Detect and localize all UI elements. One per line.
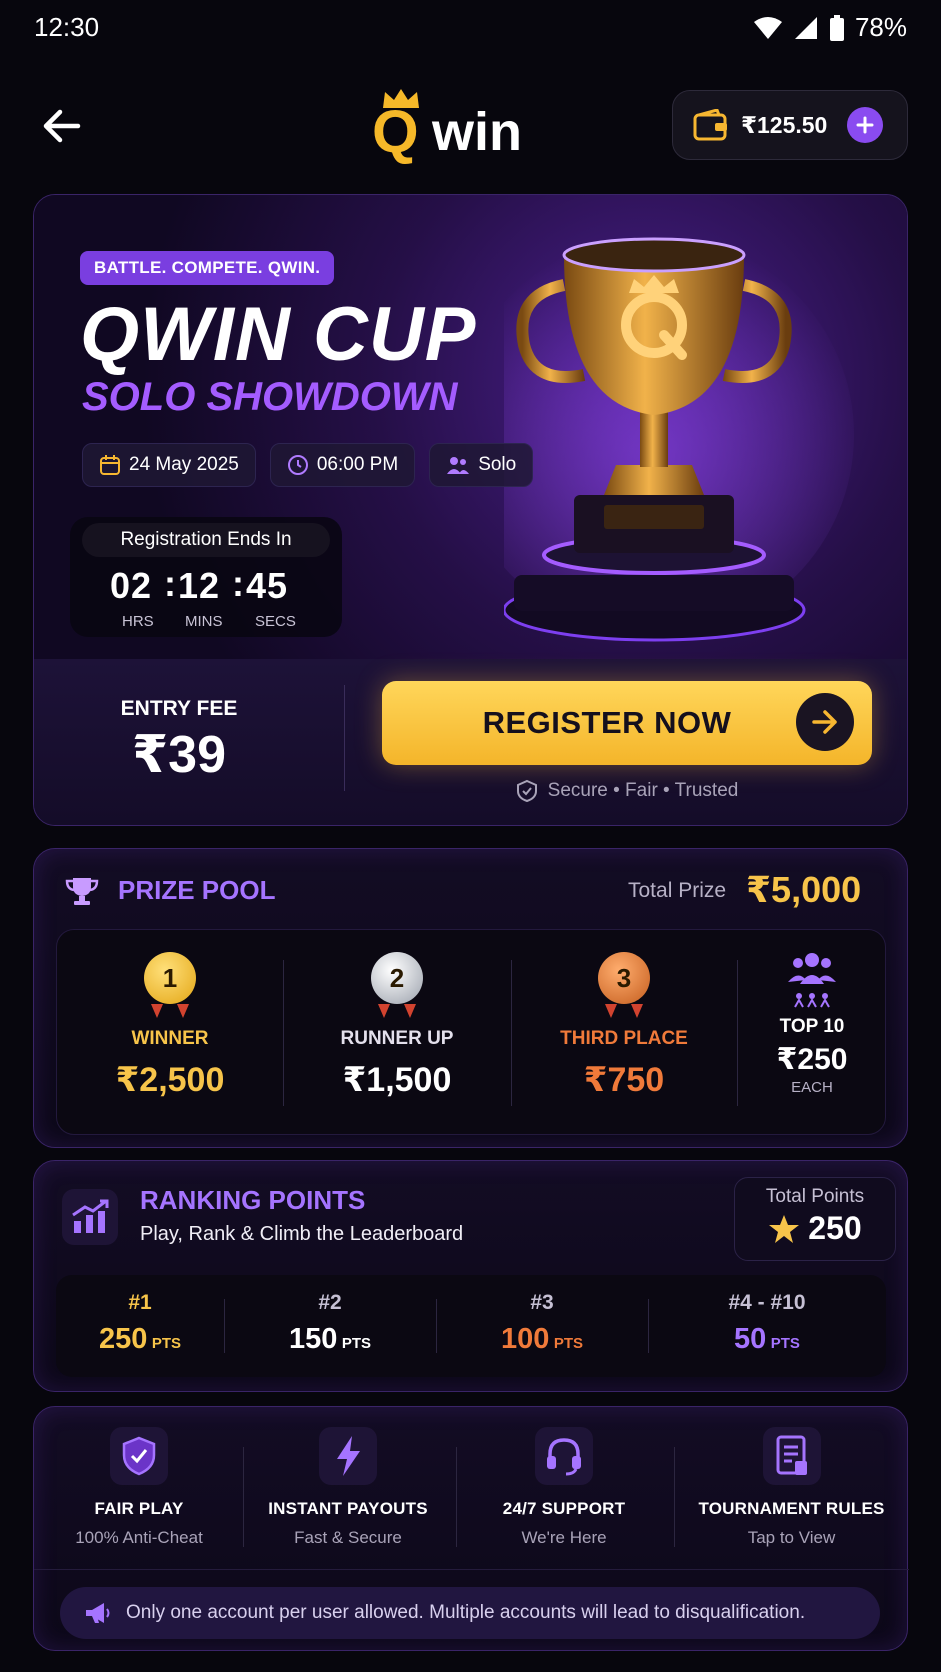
register-now-button[interactable]: REGISTER NOW — [382, 681, 872, 765]
countdown-sep-2: : — [232, 563, 245, 604]
ranking-subtitle: Play, Rank & Climb the Leaderboard — [140, 1223, 464, 1245]
arrow-right-icon — [812, 710, 837, 734]
document-icon — [776, 1435, 807, 1475]
plus-icon — [856, 116, 874, 134]
total-points-box: Total Points 250 — [734, 1177, 896, 1261]
star-icon — [769, 1214, 800, 1243]
trophy-illustration — [504, 235, 854, 642]
total-prize-value: ₹5,000 — [746, 869, 862, 910]
feature-support: 24/7 SUPPORT We're Here — [458, 1427, 670, 1548]
headset-icon — [547, 1438, 581, 1476]
logo-q-mark: Q — [372, 88, 430, 162]
prize-pool-title: PRIZE POOL — [118, 875, 276, 905]
prize-pool-card: PRIZE POOL Total Prize ₹5,000 1 WINNER ₹… — [33, 848, 908, 1148]
prize-breakdown: 1 WINNER ₹2,500 2 RUNNER UP ₹1,500 3 THI… — [56, 929, 886, 1135]
trophy-icon — [65, 878, 99, 905]
wifi-icon — [753, 16, 782, 39]
app-logo: Q win — [372, 82, 552, 162]
registration-countdown: Registration Ends In 02 : 12 : 45 HRS MI… — [70, 517, 342, 637]
arrow-left-icon — [43, 109, 81, 143]
status-time: 12:30 — [34, 12, 100, 42]
back-button[interactable] — [38, 102, 86, 150]
countdown-mins: 12 — [178, 565, 221, 606]
prize-third-place: 3 THIRD PLACE ₹750 — [511, 930, 737, 1136]
tier-2: #2 150 PTS — [288, 1291, 372, 1355]
wallet-balance: ₹125.50 — [741, 111, 828, 138]
time-chip: 06:00 PM — [269, 443, 416, 487]
battery-icon — [829, 14, 844, 41]
countdown-label: Registration Ends In — [82, 523, 330, 557]
feature-fair-play: FAIR PLAY 100% Anti-Cheat — [34, 1427, 244, 1548]
clock-icon — [287, 455, 308, 475]
mode-chip: Solo — [429, 443, 534, 487]
status-icons: 78% — [753, 12, 907, 43]
divider — [344, 685, 345, 791]
divider — [34, 1569, 909, 1570]
tier-1: #1 250 PTS — [98, 1291, 182, 1355]
tier-4-10: #4 - #10 50 PTS — [728, 1291, 806, 1355]
disqualification-notice: Only one account per user allowed. Multi… — [60, 1587, 880, 1639]
hero-meta-chips: 24 May 2025 06:00 PM Solo — [82, 443, 534, 487]
silver-medal-icon: 2 — [371, 952, 423, 1004]
total-prize-label: Total Prize — [628, 879, 727, 902]
countdown-mins-label: MINS — [185, 613, 223, 630]
wallet-pill[interactable]: ₹125.50 — [672, 90, 908, 160]
players-icon — [794, 993, 830, 1008]
gold-medal-icon: 1 — [144, 952, 196, 1004]
prize-top-10: TOP 10 ₹250 EACH — [737, 930, 887, 1136]
countdown-hrs-label: HRS — [122, 613, 154, 630]
prize-runner-up: 2 RUNNER UP ₹1,500 — [283, 930, 511, 1136]
countdown-secs: 45 — [246, 565, 289, 606]
signal-icon — [794, 16, 817, 39]
feature-tournament-rules[interactable]: TOURNAMENT RULES Tap to View — [674, 1427, 909, 1548]
date-chip: 24 May 2025 — [82, 443, 256, 487]
hero-title: QWIN CUP — [80, 292, 477, 377]
total-points-value: 250 — [808, 1210, 862, 1246]
group-icon — [788, 953, 836, 984]
users-icon — [447, 457, 470, 474]
ranking-points-card: RANKING POINTS Play, Rank & Climb the Le… — [33, 1160, 908, 1392]
lightning-icon — [337, 1436, 360, 1476]
wallet-icon — [693, 109, 727, 141]
features-card: FAIR PLAY 100% Anti-Cheat INSTANT PAYOUT… — [33, 1406, 909, 1651]
secure-note: Secure • Fair • Trusted — [382, 779, 872, 803]
megaphone-icon — [86, 1603, 110, 1623]
tier-3: #3 100 PTS — [500, 1291, 584, 1355]
status-bar: 12:30 78% — [0, 0, 941, 56]
divider — [456, 1447, 457, 1547]
bronze-medal-icon: 3 — [598, 952, 650, 1004]
hero-tagline: BATTLE. COMPETE. QWIN. — [80, 251, 335, 285]
shield-check-icon — [516, 779, 537, 803]
tournament-hero-card: BATTLE. COMPETE. QWIN. QWIN CUP SOLO SHO… — [33, 194, 908, 826]
ribbon-icon — [151, 1004, 189, 1018]
logo-text: win — [432, 102, 522, 162]
chart-up-icon — [62, 1189, 118, 1245]
prize-winner: 1 WINNER ₹2,500 — [57, 930, 283, 1136]
add-money-button[interactable] — [847, 107, 884, 143]
ranking-tiers: #1 250 PTS #2 150 PTS #3 100 PTS #4 - #1… — [56, 1275, 886, 1377]
entry-fee-value: ₹39 — [131, 726, 227, 784]
calendar-icon — [100, 455, 120, 475]
entry-fee-label: ENTRY FEE — [120, 697, 238, 720]
register-arrow — [796, 693, 854, 751]
ribbon-icon — [605, 1004, 643, 1018]
shield-check-icon — [122, 1436, 156, 1476]
feature-instant-payouts: INSTANT PAYOUTS Fast & Secure — [244, 1427, 452, 1548]
ranking-title: RANKING POINTS — [140, 1185, 366, 1215]
countdown-hours: 02 — [110, 565, 153, 606]
hero-subtitle: SOLO SHOWDOWN — [82, 375, 458, 419]
countdown-secs-label: SECS — [255, 613, 296, 630]
hero-banner: BATTLE. COMPETE. QWIN. QWIN CUP SOLO SHO… — [34, 195, 907, 659]
countdown-sep-1: : — [164, 563, 177, 604]
ribbon-icon — [378, 1004, 416, 1018]
battery-percent: 78% — [854, 12, 907, 42]
